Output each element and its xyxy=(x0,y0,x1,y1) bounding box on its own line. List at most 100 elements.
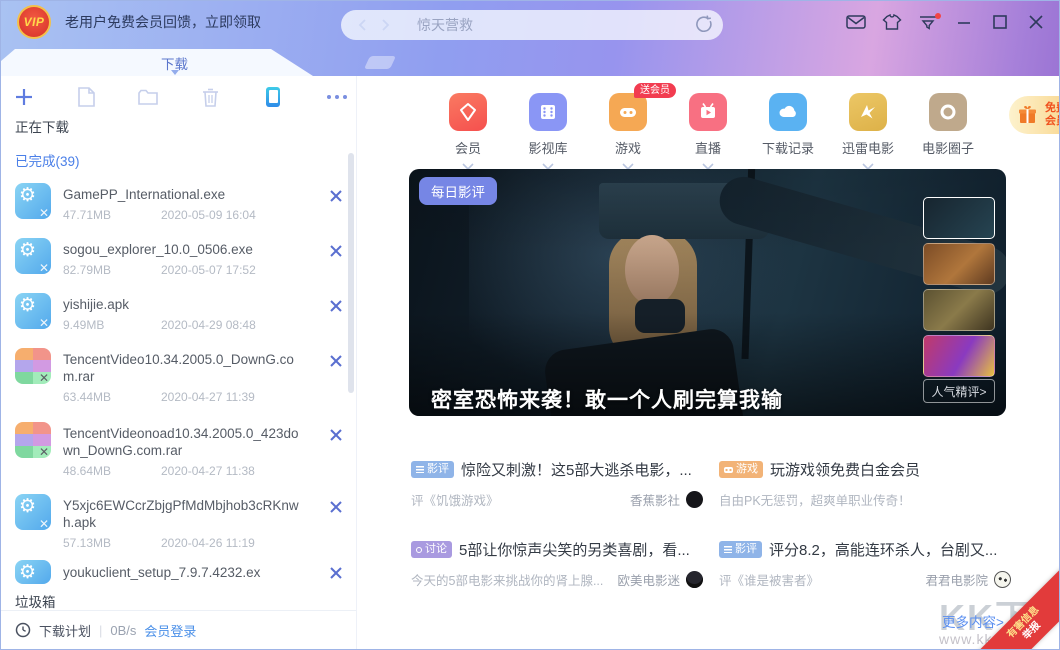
cloud-icon xyxy=(769,93,807,131)
nav-thunder-movies[interactable]: 迅雷电影 xyxy=(828,93,908,175)
hero-thumbnail-1[interactable] xyxy=(923,197,995,239)
news-source[interactable]: 欧美电影迷 xyxy=(617,570,680,589)
news-item[interactable]: 游戏 玩游戏领免费白金会员 自由PK无惩罚，超爽单职业传奇！ xyxy=(719,459,1011,509)
nav-movie-circle[interactable]: 电影圈子 xyxy=(908,93,988,157)
hero-thumbnail-4[interactable] xyxy=(923,335,995,377)
file-size: 57.13MB xyxy=(63,536,161,550)
file-name: Y5xjc6EWCcrZbjgPfMdMbjhob3cRKnwh.apk xyxy=(63,488,301,531)
live-tv-icon xyxy=(689,93,727,131)
trash-icon[interactable] xyxy=(199,86,221,108)
file-row[interactable]: ⚙ youkuclient_setup_7.9.7.4232.ex xyxy=(1,560,357,588)
download-plan-button[interactable]: 下载计划 xyxy=(39,621,91,640)
file-name: youkuclient_setup_7.9.7.4232.ex xyxy=(63,560,301,581)
avatar[interactable] xyxy=(686,491,703,508)
file-icon[interactable] xyxy=(75,86,97,108)
news-item[interactable]: 影评 惊险又刺激！这5部大逃杀电影，... 评《饥饿游戏》 香蕉影社 xyxy=(411,459,703,509)
news-title: 惊险又刺激！这5部大逃杀电影，... xyxy=(461,459,692,480)
lines-icon xyxy=(416,466,424,473)
sidebar-footer: 下载计划 | 0B/s 会员登录 xyxy=(1,610,356,649)
nav-video-library[interactable]: 影视库 xyxy=(508,93,588,175)
file-size: 82.79MB xyxy=(63,263,161,277)
free-vip-button[interactable]: 免费会员 xyxy=(1009,96,1060,134)
download-sidebar: 正在下载 已完成(39) ⚙✕ GamePP_International.exe… xyxy=(1,76,357,649)
close-button[interactable] xyxy=(1025,12,1047,32)
main-menu-icon[interactable] xyxy=(917,12,939,32)
back-icon[interactable] xyxy=(357,18,367,32)
folder-icon[interactable] xyxy=(137,86,159,108)
app-window: VIP 老用户免费会员回馈，立即领取 xyxy=(0,0,1060,650)
bird-icon xyxy=(849,93,887,131)
minimize-button[interactable] xyxy=(953,12,975,32)
news-item[interactable]: 影评 评分8.2，高能连环杀人，台剧又... 评《谁是被害者》 君君电影院 xyxy=(719,539,1011,589)
review-badge: 影评 xyxy=(719,541,762,558)
delete-file-button[interactable] xyxy=(329,428,343,442)
forward-icon[interactable] xyxy=(381,18,391,32)
news-item[interactable]: 讨论 5部让你惊声尖笑的另类喜剧，看... 今天的5部电影来挑战你的肾上腺...… xyxy=(411,539,703,589)
new-tab-button[interactable] xyxy=(364,56,396,69)
delete-file-button[interactable] xyxy=(329,299,343,313)
news-subtitle: 今天的5部电影来挑战你的肾上腺... xyxy=(411,570,617,589)
hot-reviews-button[interactable]: 人气精评> xyxy=(923,379,995,403)
ring-icon xyxy=(929,93,967,131)
nav-games[interactable]: 送会员 游戏 xyxy=(588,93,668,175)
file-size: 9.49MB xyxy=(63,318,161,332)
refresh-icon[interactable] xyxy=(694,15,713,39)
sidebar-item-downloading[interactable]: 正在下载 xyxy=(15,116,69,136)
discussion-badge: 讨论 xyxy=(411,541,452,558)
phone-icon[interactable] xyxy=(262,86,284,108)
search-input[interactable] xyxy=(415,16,649,34)
news-subtitle: 评《饥饿游戏》 xyxy=(411,490,630,509)
vip-logo-icon[interactable]: VIP xyxy=(17,5,51,39)
file-date: 2020-04-27 11:39 xyxy=(161,390,255,404)
file-row[interactable]: ✕ TencentVideonoad10.34.2005.0_423down_D… xyxy=(1,416,357,488)
add-task-button[interactable] xyxy=(13,86,35,108)
file-row[interactable]: ⚙✕ yishijie.apk 9.49MB2020-04-29 08:48 xyxy=(1,287,357,342)
promo-banner-link[interactable]: 老用户免费会员回馈，立即领取 xyxy=(65,1,261,43)
skin-icon[interactable] xyxy=(881,12,903,32)
avatar[interactable] xyxy=(686,571,703,588)
nav-member[interactable]: 会员 xyxy=(428,93,508,175)
hero-thumbnail-2[interactable] xyxy=(923,243,995,285)
delete-file-button[interactable] xyxy=(329,566,343,580)
more-content-link[interactable]: 更多内容> xyxy=(942,611,1004,631)
tab-download[interactable]: 下载 xyxy=(1,49,313,76)
news-source[interactable]: 君君电影院 xyxy=(925,570,988,589)
file-size: 47.71MB xyxy=(63,208,161,222)
file-row[interactable]: ✕ TencentVideo10.34.2005.0_DownG.com.rar… xyxy=(1,342,357,416)
scrollbar[interactable] xyxy=(348,153,354,393)
news-title: 5部让你惊声尖笑的另类喜剧，看... xyxy=(459,539,690,560)
file-name: TencentVideo10.34.2005.0_DownG.com.rar xyxy=(63,342,301,385)
exe-file-icon: ⚙✕ xyxy=(15,238,51,274)
file-date: 2020-04-27 11:38 xyxy=(161,464,255,478)
title-bar: VIP 老用户免费会员回馈，立即领取 xyxy=(1,1,1060,76)
delete-file-button[interactable] xyxy=(329,244,343,258)
news-subtitle: 评《谁是被害者》 xyxy=(719,570,925,589)
news-subtitle: 自由PK无惩罚，超爽单职业传奇！ xyxy=(719,490,1011,509)
member-login-link[interactable]: 会员登录 xyxy=(144,621,196,640)
delete-file-button[interactable] xyxy=(329,500,343,514)
maximize-button[interactable] xyxy=(989,12,1011,32)
delete-file-button[interactable] xyxy=(329,354,343,368)
delete-file-button[interactable] xyxy=(329,189,343,203)
news-source[interactable]: 香蕉影社 xyxy=(630,490,680,509)
nav-live[interactable]: 直播 xyxy=(668,93,748,175)
sidebar-item-completed[interactable]: 已完成(39) xyxy=(15,150,80,170)
file-size: 48.64MB xyxy=(63,464,161,478)
hero-thumbnail-3[interactable] xyxy=(923,289,995,331)
mail-icon[interactable] xyxy=(845,12,867,32)
more-tools-icon[interactable] xyxy=(321,86,353,108)
nav-download-history[interactable]: 下载记录 xyxy=(748,93,828,157)
notification-dot xyxy=(935,13,941,19)
hero-banner[interactable] xyxy=(409,169,1006,416)
search-bar[interactable] xyxy=(341,10,723,40)
clock-icon xyxy=(15,622,31,638)
rar-file-icon: ✕ xyxy=(15,422,51,458)
file-name: sogou_explorer_10.0_0506.exe xyxy=(63,232,301,258)
file-date: 2020-05-07 17:52 xyxy=(161,263,256,277)
ring-icon xyxy=(416,547,422,553)
file-row[interactable]: ⚙✕ sogou_explorer_10.0_0506.exe 82.79MB2… xyxy=(1,232,357,287)
hero-caption[interactable]: 密室恐怖来袭！敢一个人刷完算我输 xyxy=(431,384,783,414)
file-row[interactable]: ⚙✕ GamePP_International.exe 47.71MB2020-… xyxy=(1,177,357,232)
file-row[interactable]: ⚙✕ Y5xjc6EWCcrZbjgPfMdMbjhob3cRKnwh.apk … xyxy=(1,488,357,560)
avatar[interactable] xyxy=(994,571,1011,588)
